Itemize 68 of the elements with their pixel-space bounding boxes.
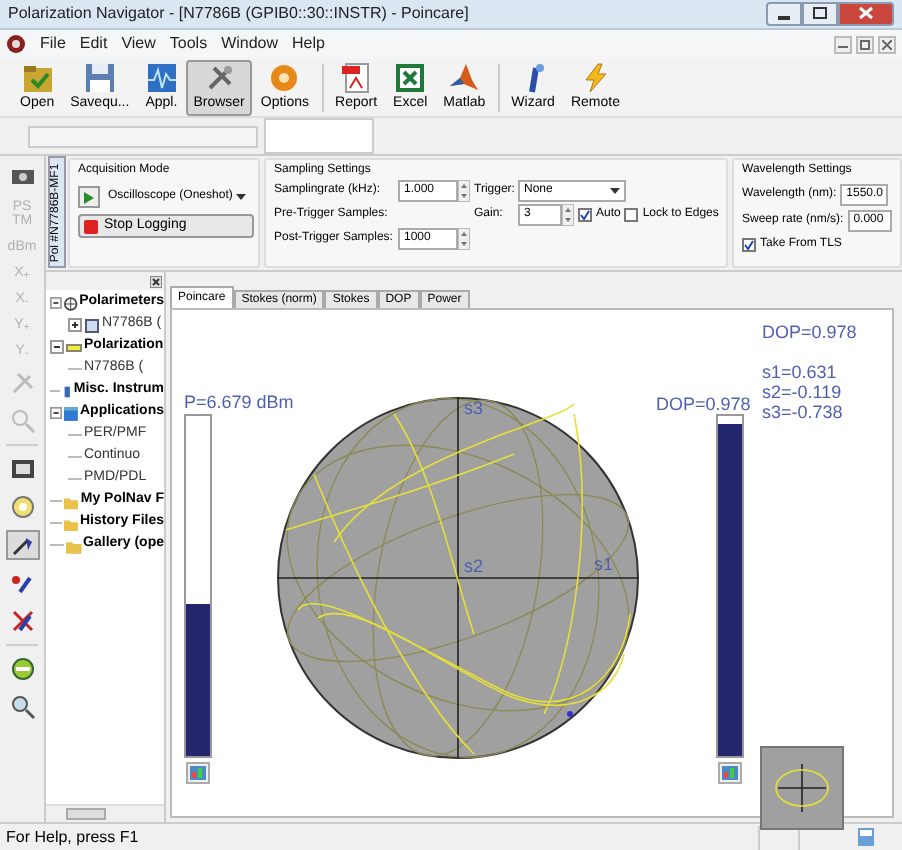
pen-icon: [9, 532, 35, 558]
play-icon: [84, 191, 94, 203]
status-icon: [858, 828, 874, 846]
axis-label: s3: [464, 398, 484, 418]
document-minimize-button[interactable]: [834, 35, 852, 53]
stokes-readout: s1=0.631: [762, 362, 839, 382]
dop-readout: DOP=0.978: [762, 322, 857, 342]
minimize-button[interactable]: [766, 1, 802, 25]
expand-icon[interactable]: [68, 318, 82, 332]
maximize-button[interactable]: [802, 1, 838, 25]
globe-icon: [63, 295, 78, 311]
checkbox[interactable]: [624, 208, 639, 222]
window-title: Polarization Navigator - [N7786B (GPIB0::30::INSTR) - Poincare]: [8, 2, 469, 26]
axis-label: s2: [464, 556, 484, 576]
checkbox[interactable]: [578, 208, 592, 222]
document-restore-button[interactable]: [856, 35, 874, 53]
collapse-icon[interactable]: [50, 340, 64, 354]
checkbox[interactable]: [742, 238, 756, 252]
checkmark-icon: [744, 240, 754, 250]
dropdown-arrow-icon: [610, 188, 620, 194]
close-icon[interactable]: [150, 275, 162, 287]
dop-label: DOP=0.978: [656, 392, 751, 418]
marker-pen-icon: [9, 570, 35, 596]
zoom-icon: [9, 408, 35, 434]
display-icon: [9, 456, 35, 482]
ring-icon: [9, 494, 35, 520]
folder-icon: [21, 62, 54, 94]
maximize-icon: [812, 6, 828, 20]
document-restore-icon: [860, 39, 870, 49]
lightning-icon: [579, 62, 612, 94]
instrument-icon: [61, 383, 72, 399]
menu-item[interactable]: Tools: [169, 32, 208, 56]
collapse-icon[interactable]: [50, 296, 62, 310]
gear-icon: [268, 62, 301, 94]
magnifier-icon: [9, 694, 35, 720]
close-button[interactable]: [838, 1, 894, 25]
document-close-icon: [882, 39, 892, 49]
chart-icon: [722, 766, 738, 780]
menu-item[interactable]: Edit: [79, 32, 108, 56]
toolbar-field[interactable]: [28, 125, 258, 147]
collapse-icon[interactable]: [50, 406, 63, 420]
stop-icon: [84, 219, 98, 233]
chart-settings-button[interactable]: [718, 762, 742, 784]
waveform-icon: [145, 62, 178, 94]
pen-tool-button[interactable]: [5, 530, 39, 560]
stokes-readout: s3=-0.738: [762, 402, 845, 422]
horizontal-scrollbar[interactable]: [46, 804, 164, 822]
power-label: P=6.679 dBm: [184, 390, 294, 416]
menu-item[interactable]: Help: [292, 32, 325, 56]
menu-item[interactable]: Window: [221, 32, 279, 56]
play-button[interactable]: [78, 186, 100, 208]
stokes-readout: s2=-0.119: [762, 382, 844, 402]
application-icon: [64, 405, 78, 421]
menu-item[interactable]: File: [40, 32, 66, 56]
chart-settings-button[interactable]: [186, 762, 210, 784]
marker-delete-icon: [9, 608, 35, 634]
spinner-icon[interactable]: [458, 180, 470, 202]
status-text: For Help, press F1: [6, 825, 139, 849]
spinner-icon[interactable]: [562, 204, 574, 226]
dropdown-arrow-icon: [236, 194, 246, 200]
menu-item[interactable]: View: [121, 32, 156, 56]
document-close-button[interactable]: [878, 35, 896, 53]
close-icon: [858, 6, 874, 20]
app-icon: [6, 34, 26, 54]
chart-icon: [190, 766, 206, 780]
checkmark-icon: [580, 210, 590, 220]
spinner-icon[interactable]: [458, 228, 470, 250]
peak-surface-icon: [448, 62, 481, 94]
